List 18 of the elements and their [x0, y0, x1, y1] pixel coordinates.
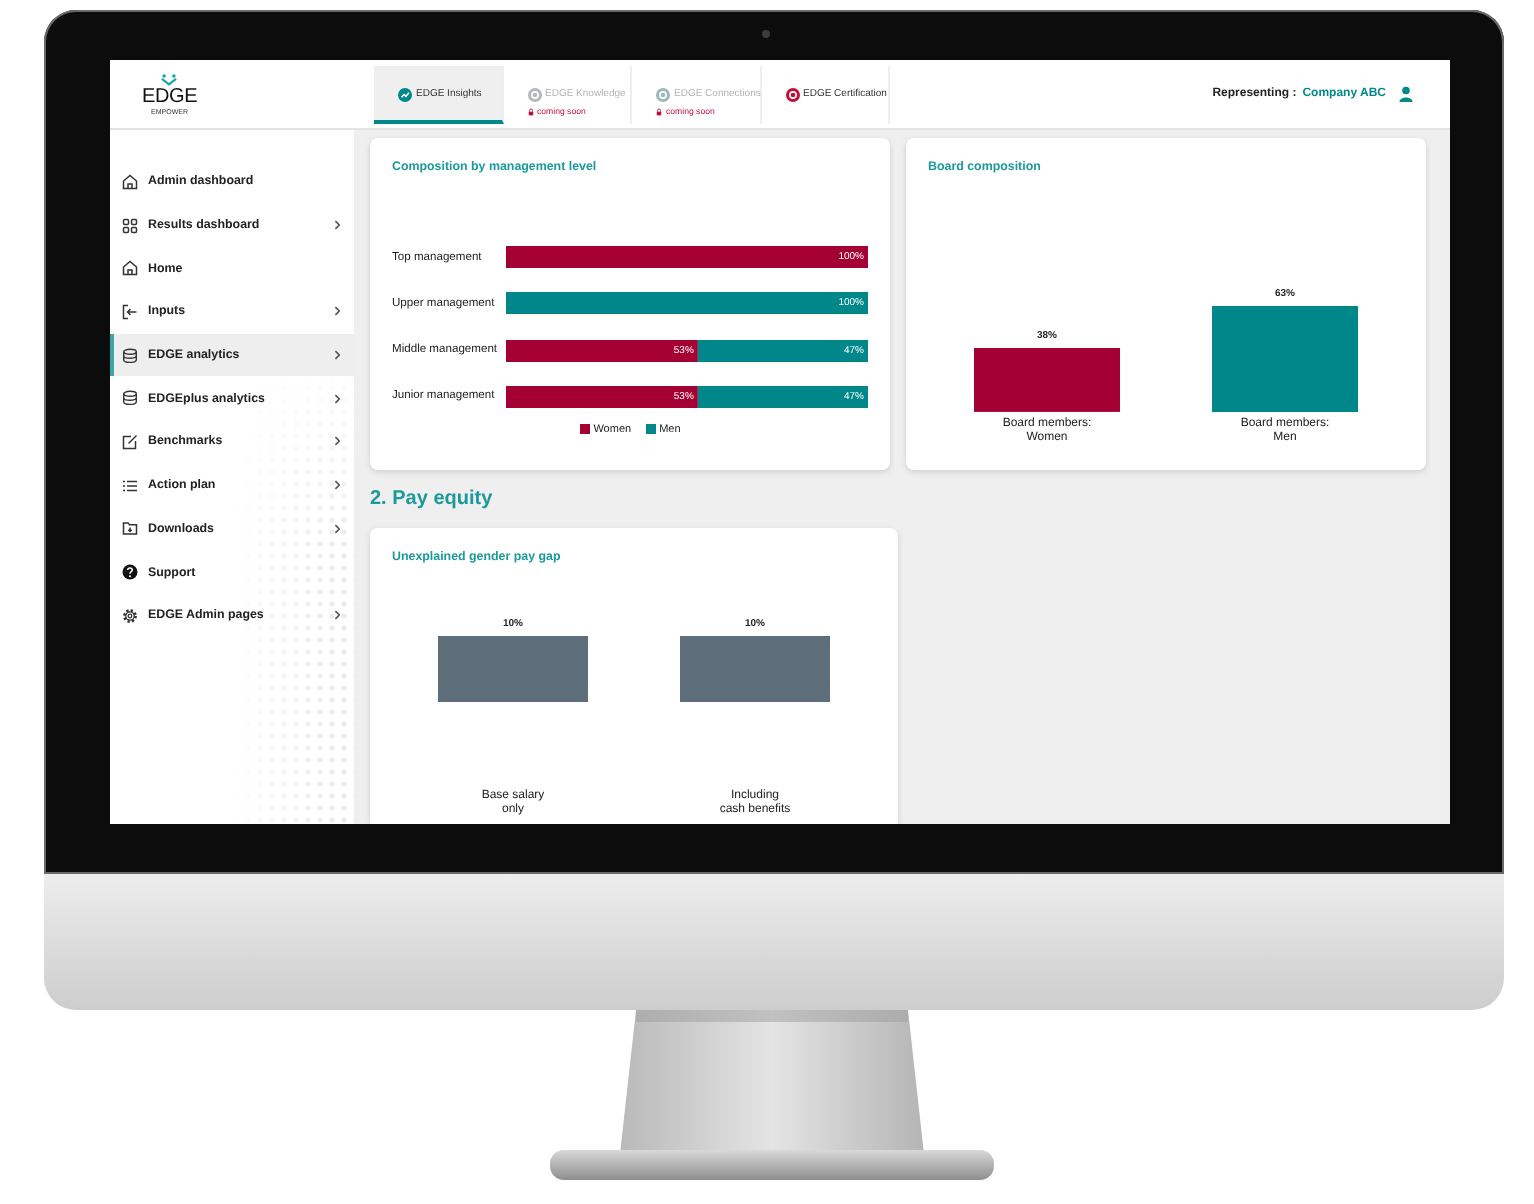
user-icon [1398, 86, 1414, 102]
settings-icon [122, 607, 138, 624]
section-heading: 2. Pay equity [370, 486, 495, 514]
database-icon [122, 347, 138, 364]
edit-icon [122, 433, 138, 450]
database-icon [122, 390, 138, 407]
home-icon [122, 260, 138, 277]
help-icon [122, 564, 138, 581]
list-icon [122, 477, 138, 494]
folder-icon [122, 520, 138, 537]
lock-icon [527, 107, 533, 115]
logo-mark-icon [160, 73, 179, 85]
camera-icon [762, 30, 770, 38]
home-icon [122, 173, 138, 190]
lock-icon [656, 107, 662, 115]
sign-in-icon [122, 303, 138, 320]
logo-text: EDGE [142, 85, 198, 107]
grid-icon [122, 217, 138, 234]
